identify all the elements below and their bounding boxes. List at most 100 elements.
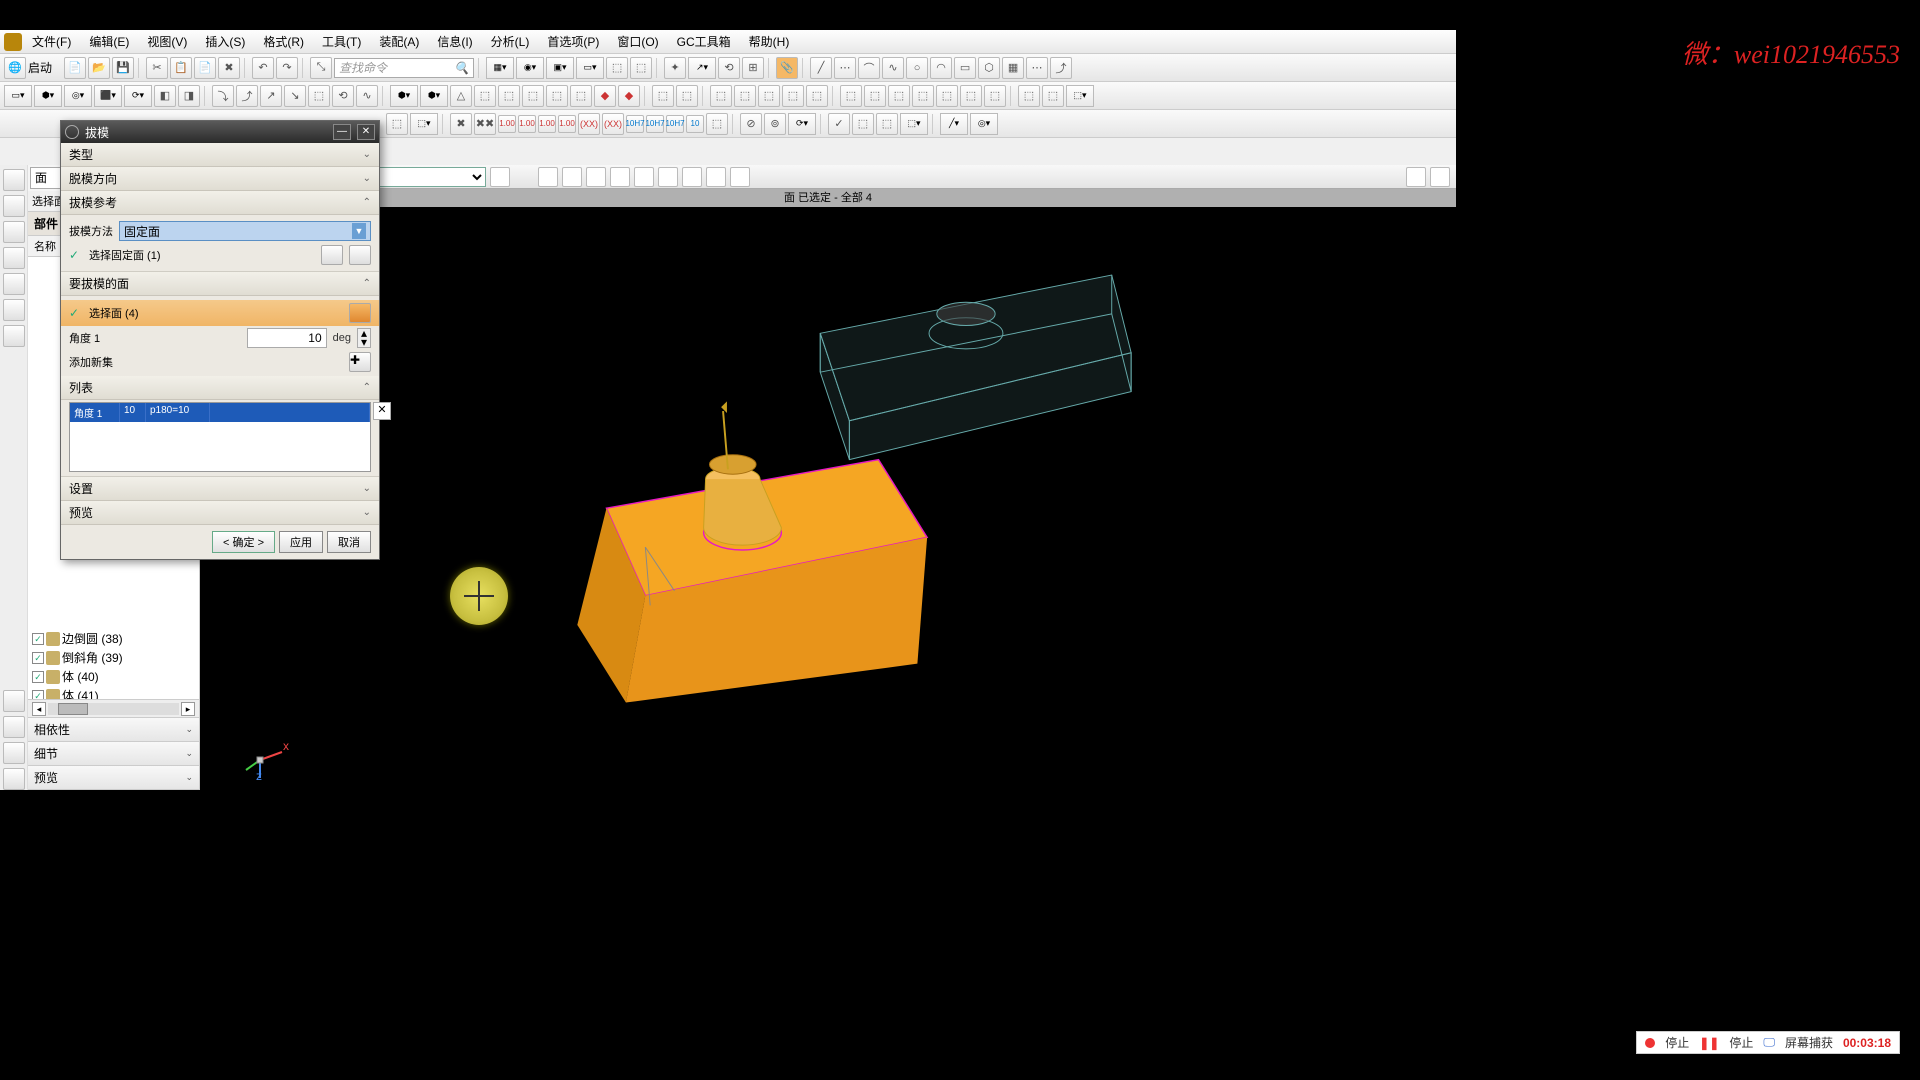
- section-dlg-preview[interactable]: 预览⌄: [61, 501, 379, 525]
- snap-btn-7[interactable]: [682, 167, 702, 187]
- menu-assembly[interactable]: 装配(A): [371, 31, 427, 52]
- menu-gc-toolbox[interactable]: GC工具箱: [669, 31, 739, 52]
- tb2-17[interactable]: ⬚: [710, 85, 732, 107]
- tol-10[interactable]: 10: [686, 115, 704, 133]
- tb2-21[interactable]: ⬚: [806, 85, 828, 107]
- nav-icon-7[interactable]: [3, 325, 25, 347]
- tree-node-body40[interactable]: ✓体 (40): [28, 667, 199, 686]
- method-combo[interactable]: 固定面▼: [119, 221, 371, 241]
- tol-10h7-2[interactable]: 10H7: [646, 115, 664, 133]
- section-reference[interactable]: 拔模参考⌃: [61, 191, 379, 215]
- tb3-10[interactable]: ⬚: [852, 113, 874, 135]
- new-button[interactable]: 📄: [64, 57, 86, 79]
- tb2-24[interactable]: ⬚: [888, 85, 910, 107]
- tb3-11[interactable]: ⬚: [876, 113, 898, 135]
- tb2-28[interactable]: ⬚: [984, 85, 1006, 107]
- menu-edit[interactable]: 编辑(E): [81, 31, 137, 52]
- tol-10h7-3[interactable]: 10H7: [666, 115, 684, 133]
- nav-icon-2[interactable]: [3, 195, 25, 217]
- tb2-30[interactable]: ⬚: [1042, 85, 1064, 107]
- tb-misc-1[interactable]: ⬚: [606, 57, 628, 79]
- list-row-1[interactable]: 角度 1 10 p180=10: [70, 403, 370, 422]
- tb3-x[interactable]: ✖: [450, 113, 472, 135]
- spline-tool[interactable]: ∿: [882, 57, 904, 79]
- menu-format[interactable]: 格式(R): [255, 31, 312, 52]
- tb2-16[interactable]: ⬚: [676, 85, 698, 107]
- ok-button[interactable]: < 确定 >: [212, 531, 275, 553]
- tb2-10[interactable]: ⬚: [474, 85, 496, 107]
- tb2-19[interactable]: ⬚: [758, 85, 780, 107]
- tol-xx1[interactable]: (XX): [578, 113, 600, 135]
- snap-btn-4[interactable]: [610, 167, 630, 187]
- tb3-dd1[interactable]: ⬚▾: [410, 113, 438, 135]
- tb2-1[interactable]: ◧: [154, 85, 176, 107]
- snap-btn-3[interactable]: [586, 167, 606, 187]
- view-btn-1[interactable]: [1406, 167, 1426, 187]
- rect-tool[interactable]: ▭: [954, 57, 976, 79]
- tb2-9[interactable]: ∿: [356, 85, 378, 107]
- nav-icon-4[interactable]: [3, 247, 25, 269]
- section-settings[interactable]: 设置⌄: [61, 477, 379, 501]
- poly-tool[interactable]: ⬡: [978, 57, 1000, 79]
- start-button[interactable]: 🌐: [4, 57, 26, 79]
- section-draft-faces[interactable]: 要拔模的面⌃: [61, 272, 379, 296]
- menu-help[interactable]: 帮助(H): [741, 31, 798, 52]
- tb-misc-4[interactable]: ⟲: [718, 57, 740, 79]
- open-button[interactable]: 📂: [88, 57, 110, 79]
- tb2-2[interactable]: ◨: [178, 85, 200, 107]
- grid-dropdown[interactable]: ▦▾: [486, 57, 514, 79]
- tb-misc-5[interactable]: ⊞: [742, 57, 764, 79]
- tol-100-1[interactable]: 1.00: [498, 115, 516, 133]
- fixed-face-btn-1[interactable]: [321, 245, 343, 265]
- hole-dd[interactable]: ◎▾: [64, 85, 92, 107]
- add-set-button[interactable]: ✚: [349, 352, 371, 372]
- menu-tools[interactable]: 工具(T): [314, 31, 369, 52]
- nav-icon-1[interactable]: [3, 169, 25, 191]
- tb2-5[interactable]: ↗: [260, 85, 282, 107]
- tb3-9[interactable]: ✓: [828, 113, 850, 135]
- stop-label-2[interactable]: 停止: [1729, 1034, 1753, 1051]
- tb2-6[interactable]: ↘: [284, 85, 306, 107]
- tb2-26[interactable]: ⬚: [936, 85, 958, 107]
- tol-100-2[interactable]: 1.00: [518, 115, 536, 133]
- tb2-dd-end[interactable]: ⬚▾: [1066, 85, 1094, 107]
- angle-input[interactable]: [247, 328, 327, 348]
- cancel-button[interactable]: 取消: [327, 531, 371, 553]
- snap-btn-5[interactable]: [634, 167, 654, 187]
- tb2-tri[interactable]: △: [450, 85, 472, 107]
- list-delete-button[interactable]: ✕: [373, 402, 391, 420]
- menu-file[interactable]: 文件(F): [24, 31, 79, 52]
- save-button[interactable]: 💾: [112, 57, 134, 79]
- menu-prefs[interactable]: 首选项(P): [539, 31, 607, 52]
- tb2-red1[interactable]: ◆: [594, 85, 616, 107]
- section-dependency[interactable]: 相依性⌄: [28, 718, 199, 742]
- viewport-3d[interactable]: x z: [200, 207, 1456, 790]
- revolve-dd[interactable]: ⟳▾: [124, 85, 152, 107]
- tb3-6[interactable]: ⬚: [706, 113, 728, 135]
- tb2-27[interactable]: ⬚: [960, 85, 982, 107]
- wcs-button[interactable]: ⤡: [310, 57, 332, 79]
- tb2-7[interactable]: ⬚: [308, 85, 330, 107]
- snap-btn-2[interactable]: [562, 167, 582, 187]
- tb2-11[interactable]: ⬚: [498, 85, 520, 107]
- close-button[interactable]: ✕: [357, 124, 375, 140]
- tree-hscroll[interactable]: ◂ ▸: [28, 699, 199, 717]
- boolean2-dd[interactable]: ⬢▾: [420, 85, 448, 107]
- command-search[interactable]: 查找命令 🔍: [334, 58, 474, 78]
- more-tool-2[interactable]: ⤴: [1050, 57, 1072, 79]
- line-tool[interactable]: ╱: [810, 57, 832, 79]
- undo-button[interactable]: ↶: [252, 57, 274, 79]
- angle-list[interactable]: 角度 1 10 p180=10: [69, 402, 371, 472]
- tb3-7[interactable]: ⊘: [740, 113, 762, 135]
- arc2-tool[interactable]: ◠: [930, 57, 952, 79]
- scroll-left-icon[interactable]: ◂: [32, 702, 46, 716]
- tb3-8[interactable]: ⊚: [764, 113, 786, 135]
- rect-dropdown[interactable]: ▭▾: [576, 57, 604, 79]
- scroll-right-icon[interactable]: ▸: [181, 702, 195, 716]
- tb-misc-3[interactable]: ✦: [664, 57, 686, 79]
- tb2-20[interactable]: ⬚: [782, 85, 804, 107]
- tb2-23[interactable]: ⬚: [864, 85, 886, 107]
- tol-xx2[interactable]: (XX): [602, 113, 624, 135]
- tb2-25[interactable]: ⬚: [912, 85, 934, 107]
- copy-button[interactable]: 📋: [170, 57, 192, 79]
